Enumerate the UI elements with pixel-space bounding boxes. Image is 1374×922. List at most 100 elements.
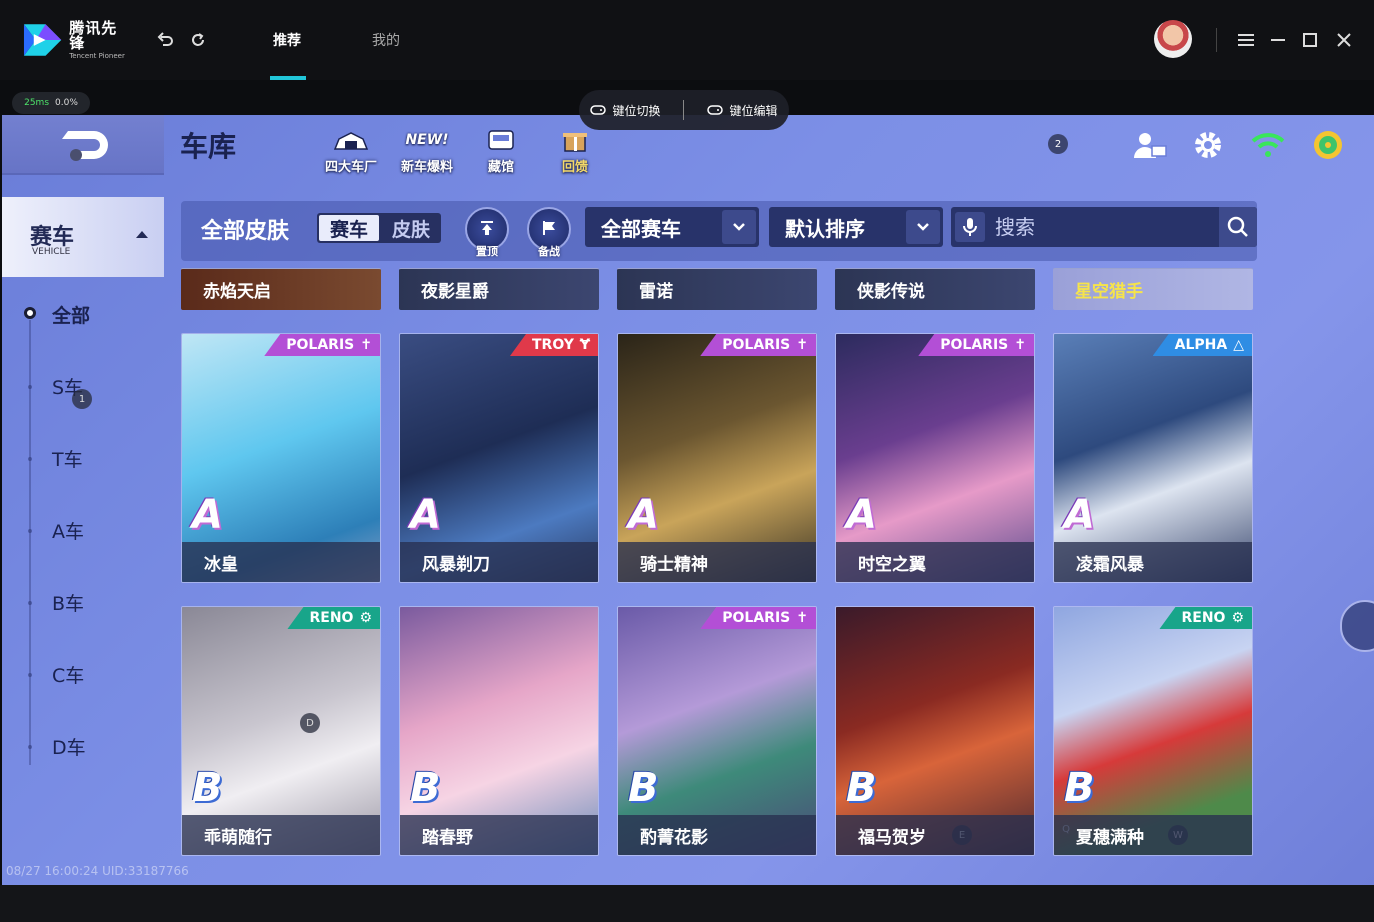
sidebar-item-a[interactable]: A车 — [52, 517, 84, 544]
keymap-toolbar: 键位切换 键位编辑 — [579, 90, 789, 130]
series-tab[interactable]: 赤焰天启 — [181, 268, 381, 310]
tree-tick — [28, 745, 32, 749]
bottom-bar — [0, 885, 1374, 922]
minimize-icon[interactable] — [1266, 28, 1290, 52]
gamepad-icon — [590, 105, 607, 115]
grade-label: A — [846, 492, 877, 538]
four-factories-button[interactable]: 四大车厂 — [316, 123, 386, 175]
car-card[interactable]: RENO ⚙ B D 乖萌随行 — [181, 606, 381, 856]
series-tab[interactable]: 夜影星爵 — [399, 268, 599, 310]
game-viewport: 赛车 VEHICLE 全部 S车 1 T车 A车 B车 C车 D车 车库 四大车… — [2, 115, 1374, 885]
divider — [1216, 28, 1217, 52]
grade-label: B — [192, 765, 223, 811]
music-icon[interactable] — [1308, 127, 1348, 163]
sidebar-item-d[interactable]: D车 — [52, 733, 86, 760]
vehicle-dropdown[interactable]: 全部赛车 — [585, 207, 759, 247]
collection-label: 藏馆 — [487, 160, 514, 175]
brand-tag: POLARIS ✝ — [700, 334, 816, 356]
logo-text-en: Tencent Pioneer — [69, 51, 125, 60]
wifi-icon — [1248, 127, 1288, 163]
game-logo-icon — [62, 131, 108, 161]
search-icon[interactable] — [1219, 207, 1257, 247]
car-name: 踏春野 — [400, 815, 598, 855]
undo-icon[interactable] — [154, 28, 178, 52]
segment-vehicle[interactable]: 赛车 — [319, 215, 379, 241]
keymap-switch-button[interactable]: 键位切换 — [590, 102, 661, 119]
car-card[interactable]: POLARIS ✝ A 冰皇 — [181, 333, 381, 583]
sidebar-item-b[interactable]: B车 — [52, 589, 84, 616]
pin-top-button[interactable]: 置顶 — [465, 207, 509, 258]
car-name: 酌菁花影 — [618, 815, 816, 855]
category-subtitle: VEHICLE — [32, 247, 71, 257]
grade-label: A — [1064, 492, 1095, 538]
network-status-badge: 25ms 0.0% — [12, 92, 90, 114]
loss-value: 0.0% — [55, 98, 78, 108]
grade-label: B — [628, 765, 659, 811]
brand-icon: ✝ — [796, 337, 808, 353]
brand-label: POLARIS — [940, 337, 1009, 353]
car-factory-icon — [333, 132, 369, 150]
tree-tick — [28, 385, 32, 389]
close-icon[interactable] — [1332, 28, 1356, 52]
collapse-arrow-icon[interactable] — [136, 231, 148, 238]
car-card[interactable]: RENO⚙ B Q W 夏穗满种 — [1053, 606, 1253, 856]
series-tab[interactable]: 侠影传说 — [835, 268, 1035, 310]
car-card[interactable]: POLARIS ✝ A 骑士精神 — [617, 333, 817, 583]
car-card[interactable]: POLARIS ✝ B 酌菁花影 — [617, 606, 817, 856]
menu-icon[interactable] — [1234, 28, 1258, 52]
flag-icon — [543, 221, 555, 235]
car-name: 冰皇 — [182, 542, 380, 582]
microphone-icon[interactable] — [955, 212, 985, 242]
car-card[interactable]: B 踏春野 — [399, 606, 599, 856]
brand-tag: ALPHA △ — [1152, 334, 1252, 356]
keymap-switch-label: 键位切换 — [612, 103, 661, 118]
sidebar-category-vehicle[interactable]: 赛车 VEHICLE — [2, 197, 164, 277]
ready-button[interactable]: 备战 — [527, 207, 571, 258]
logo-text-zh: 腾讯先锋 — [69, 18, 118, 52]
maximize-icon[interactable] — [1298, 28, 1322, 52]
car-card[interactable]: POLARIS ✝ A 时空之翼 — [835, 333, 1035, 583]
back-button[interactable] — [2, 115, 164, 175]
side-drawer-handle[interactable] — [1340, 600, 1374, 652]
user-avatar[interactable] — [1154, 20, 1192, 58]
brand-tag: RENO ⚙ — [287, 607, 380, 629]
new-car-news-button[interactable]: NEW! 新车爆料 — [392, 123, 462, 175]
tree-tick — [28, 529, 32, 533]
tab-mine[interactable]: 我的 — [372, 30, 400, 50]
grade-label: A — [410, 492, 441, 538]
car-card[interactable]: TROY Ɏ A 风暴剃刀 — [399, 333, 599, 583]
brand-label: POLARIS — [722, 610, 791, 626]
keymap-edit-button[interactable]: 键位编辑 — [707, 102, 777, 119]
rewards-label: 回馈 — [561, 160, 588, 175]
sidebar-item-all[interactable]: 全部 — [52, 301, 90, 328]
title-bar: 腾讯先锋 Tencent Pioneer 推荐 我的 — [0, 0, 1374, 80]
pin-top-label: 置顶 — [476, 245, 498, 258]
car-card[interactable]: B E 福马贺岁 — [835, 606, 1035, 856]
hotkey-badge: 1 — [72, 389, 92, 409]
app-logo: 腾讯先锋 Tencent Pioneer — [22, 20, 132, 60]
notification-count-badge: 2 — [1048, 134, 1068, 154]
page-title: 车库 — [180, 130, 237, 163]
tab-recommend[interactable]: 推荐 — [273, 30, 301, 50]
series-tab[interactable]: 星空猎手 — [1053, 268, 1253, 310]
refresh-icon[interactable] — [186, 28, 210, 52]
rewards-button[interactable]: 回馈 — [540, 123, 610, 175]
collection-button[interactable]: 藏馆 — [466, 123, 536, 175]
search-input[interactable] — [995, 215, 1205, 239]
series-tab[interactable]: 雷诺 — [617, 268, 817, 310]
settings-gear-icon[interactable] — [1188, 127, 1228, 163]
all-skins-label[interactable]: 全部皮肤 — [201, 213, 289, 245]
sidebar-item-c[interactable]: C车 — [52, 661, 84, 688]
sidebar-item-t[interactable]: T车 — [52, 445, 83, 472]
car-card[interactable]: ALPHA △ A 凌霜风暴 — [1053, 333, 1253, 583]
divider — [683, 100, 685, 120]
new-badge-icon: NEW! — [405, 132, 449, 148]
sort-dropdown[interactable]: 默认排序 — [769, 207, 943, 247]
segment-skin[interactable]: 皮肤 — [381, 213, 441, 243]
brand-label: TROY — [531, 337, 574, 353]
car-name: 时空之翼 — [836, 542, 1034, 582]
friends-icon[interactable] — [1130, 127, 1170, 163]
car-name: 凌霜风暴 — [1054, 542, 1252, 582]
four-factories-label: 四大车厂 — [324, 160, 377, 175]
selected-dot-icon — [24, 307, 36, 319]
